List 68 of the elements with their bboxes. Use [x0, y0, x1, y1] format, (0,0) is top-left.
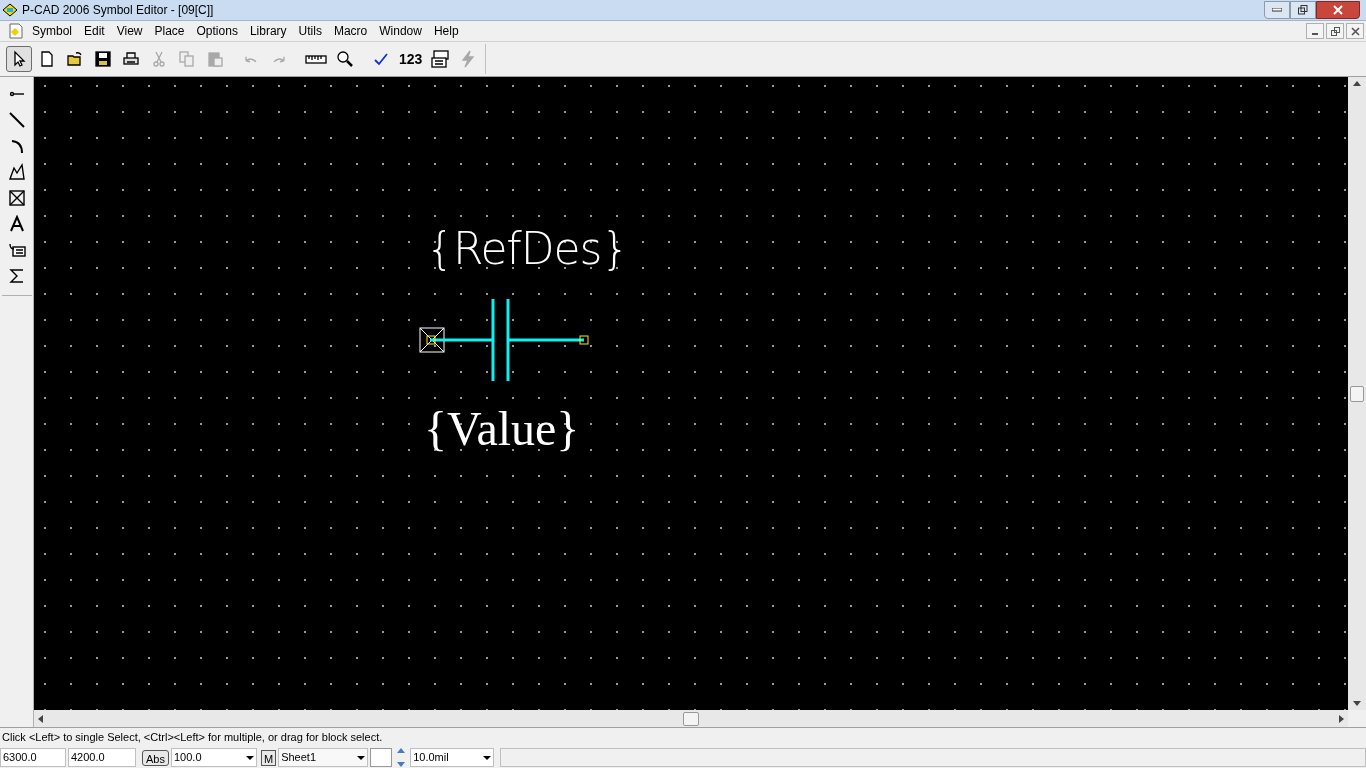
- dropdown-caret-icon: [483, 755, 492, 760]
- copy-icon: [178, 50, 196, 68]
- menu-item[interactable]: Place: [148, 22, 191, 40]
- value-label: {Value}: [424, 405, 580, 453]
- app-logo-icon: [2, 3, 18, 17]
- spin-up-icon: [397, 748, 406, 753]
- document-icon: [8, 23, 24, 39]
- save-icon: [94, 50, 112, 68]
- menu-item[interactable]: View: [110, 22, 149, 40]
- scroll-right-icon: [1339, 714, 1344, 723]
- grid-dropdown[interactable]: 10.0mil: [410, 748, 495, 767]
- y-coordinate-field[interactable]: 4200.0: [68, 748, 136, 767]
- menu-item[interactable]: Window: [373, 22, 428, 40]
- abs-toggle[interactable]: Abs: [142, 749, 169, 766]
- close-button[interactable]: [1346, 23, 1364, 39]
- zoom-dropdown[interactable]: 100.0: [170, 748, 257, 767]
- report-icon: [430, 50, 451, 68]
- x-coordinate-field[interactable]: 6300.0: [0, 748, 66, 767]
- line-tool-icon[interactable]: [7, 111, 26, 129]
- close-icon: [1333, 5, 1343, 15]
- maximize-button[interactable]: [1290, 1, 1316, 19]
- menu-item[interactable]: Help: [427, 22, 465, 40]
- dropdown-caret-icon: [245, 755, 254, 760]
- new-file-icon: [38, 50, 56, 68]
- menu-item[interactable]: Library: [243, 22, 293, 40]
- close-icon: [1350, 26, 1360, 36]
- polygon-tool-icon[interactable]: [7, 163, 26, 181]
- status-message: Click <Left> to single Select, <Ctrl><Left> for multiple, or drag for block select.: [2, 730, 383, 746]
- scroll-left-icon: [38, 714, 43, 723]
- scroll-thumb[interactable]: [1350, 385, 1364, 402]
- m-toggle[interactable]: M: [260, 749, 277, 766]
- attribute-tool-icon[interactable]: [7, 241, 26, 259]
- menu-item[interactable]: Options: [190, 22, 244, 40]
- horizontal-scrollbar[interactable]: [34, 710, 1348, 727]
- scroll-down-icon: [1353, 701, 1361, 706]
- sigma-icon[interactable]: [7, 267, 26, 285]
- window-title: P-CAD 2006 Symbol Editor - [09[C]]: [22, 2, 214, 19]
- undo-icon: [245, 55, 257, 63]
- crossed-box-icon[interactable]: [7, 189, 26, 207]
- restore-icon: [1298, 5, 1308, 15]
- minimize-button[interactable]: [1306, 23, 1324, 39]
- minimize-icon: [1312, 33, 1318, 35]
- restore-icon: [1330, 26, 1340, 36]
- spin-down-icon: [397, 762, 406, 767]
- redo-icon: [273, 55, 285, 63]
- refdes-label: {RefDes}: [426, 227, 629, 271]
- menu-item[interactable]: Utils: [292, 22, 328, 40]
- vertical-scrollbar[interactable]: [1348, 77, 1366, 710]
- count-button[interactable]: 123: [396, 46, 426, 72]
- toolbar-button[interactable]: [6, 46, 32, 72]
- printer-icon: [122, 50, 140, 68]
- menu-item[interactable]: Edit: [78, 22, 111, 40]
- folder-icon: [66, 50, 84, 68]
- menu-item[interactable]: Symbol: [26, 22, 78, 40]
- scissors-icon: [150, 50, 168, 68]
- close-button[interactable]: [1316, 1, 1360, 19]
- minimize-icon: [1272, 8, 1282, 12]
- scroll-thumb[interactable]: [683, 711, 699, 726]
- color-swatch[interactable]: [370, 748, 393, 767]
- menu-item[interactable]: Macro: [327, 22, 374, 40]
- sheet-dropdown[interactable]: Sheet1: [278, 748, 369, 767]
- text-tool-icon[interactable]: [7, 215, 26, 233]
- paste-icon: [206, 50, 224, 68]
- restore-button[interactable]: [1326, 23, 1344, 39]
- dropdown-caret-icon: [357, 755, 366, 760]
- magnifier-icon: [336, 50, 354, 68]
- drawing-canvas[interactable]: {RefDes} {Value}: [34, 77, 1348, 710]
- scroll-up-icon: [1353, 81, 1361, 86]
